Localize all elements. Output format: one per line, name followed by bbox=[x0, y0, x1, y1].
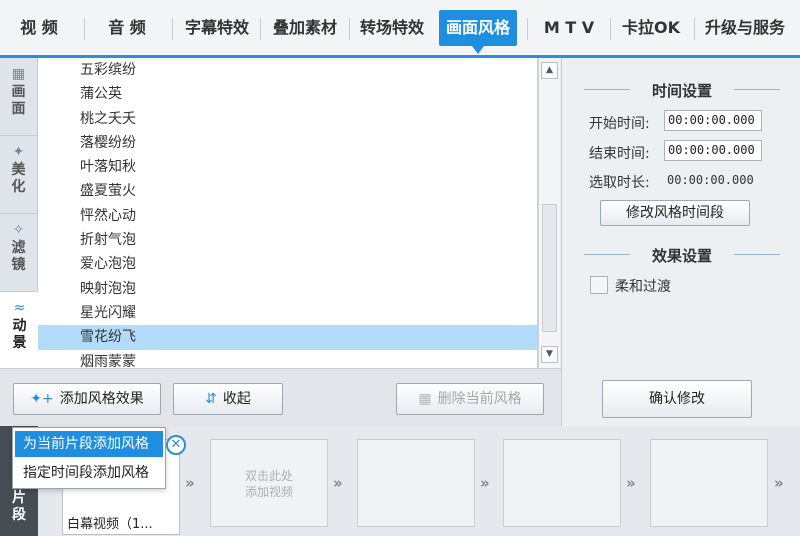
time-settings-heading: 时间设置 bbox=[584, 80, 780, 101]
sidebar-item-beautify[interactable]: ✦ 美化 bbox=[0, 136, 37, 214]
delete-current-style-button[interactable]: ▦ 删除当前风格 bbox=[396, 383, 544, 415]
sidebar-item-label: 滤镜 bbox=[11, 240, 26, 273]
clip-caption: 白幕视频（1... bbox=[67, 517, 153, 532]
chevron-right-icon: » bbox=[626, 474, 636, 492]
menu-item-add-to-current-clip[interactable]: 为当前片段添加风格 bbox=[15, 431, 163, 457]
empty-clip-slot[interactable] bbox=[357, 439, 475, 527]
tab-karaoke[interactable]: 卡拉OK bbox=[614, 10, 688, 46]
tab-divider bbox=[84, 18, 85, 40]
list-item[interactable]: 星光闪耀 bbox=[38, 301, 537, 325]
tab-audio[interactable]: 音 频 bbox=[92, 10, 162, 46]
scroll-up-icon[interactable]: ▲ bbox=[541, 62, 558, 79]
tab-video[interactable]: 视 频 bbox=[8, 10, 70, 46]
magic-wand-icon: ✦ bbox=[12, 144, 25, 160]
tab-transition-effects[interactable]: 转场特效 bbox=[352, 10, 432, 46]
confirm-modify-button[interactable]: 确认修改 bbox=[602, 380, 752, 418]
list-item[interactable]: 蒲公英 bbox=[38, 82, 537, 106]
clip-strip-label: 片段 bbox=[12, 490, 26, 523]
heading-text: 时间设置 bbox=[651, 82, 712, 100]
magic-wand-add-icon: ✦+ bbox=[30, 391, 54, 407]
category-sidebar: ▦ 画面 ✦ 美化 ✧ 滤镜 ≈ 动景 bbox=[0, 58, 39, 376]
add-style-effect-button[interactable]: ✦+ 添加风格效果 bbox=[13, 383, 161, 415]
chevron-right-icon: » bbox=[774, 474, 784, 492]
trash-icon: ▦ bbox=[418, 391, 432, 407]
sidebar-item-label: 画面 bbox=[11, 84, 26, 117]
chevron-right-icon: » bbox=[185, 474, 195, 492]
film-icon: ▦ bbox=[11, 66, 26, 82]
tab-divider bbox=[260, 18, 261, 40]
chevron-right-icon: » bbox=[333, 474, 343, 492]
list-item[interactable]: 折射气泡 bbox=[38, 228, 537, 252]
empty-clip-slot[interactable]: 双击此处 添加视频 bbox=[210, 439, 328, 527]
collapse-icon: ⇵ bbox=[205, 391, 217, 407]
scroll-down-icon[interactable]: ▼ bbox=[541, 346, 558, 363]
start-time-input[interactable]: 00:00:00.000 bbox=[664, 110, 762, 131]
effect-settings-heading: 效果设置 bbox=[584, 245, 780, 266]
soft-transition-label: 柔和过渡 bbox=[615, 279, 671, 295]
chevron-right-icon: » bbox=[480, 474, 490, 492]
list-item[interactable]: 映射泡泡 bbox=[38, 277, 537, 301]
modify-style-time-button[interactable]: 修改风格时间段 bbox=[600, 200, 750, 226]
effect-list: 五彩缤纷 蒲公英 桃之夭夭 落樱纷纷 叶落知秋 盛夏萤火 怦然心动 折射气泡 爱… bbox=[38, 58, 538, 368]
add-style-menu: 为当前片段添加风格 指定时间段添加风格 bbox=[12, 427, 166, 489]
top-tab-bar: 视 频 音 频 字幕特效 叠加素材 转场特效 画面风格 M T V 卡拉OK 升… bbox=[0, 0, 800, 58]
add-video-hint: 双击此处 添加视频 bbox=[244, 469, 293, 499]
tab-picture-style[interactable]: 画面风格 bbox=[439, 10, 517, 54]
divider bbox=[734, 89, 780, 90]
sidebar-item-dynamic-scene[interactable]: ≈ 动景 bbox=[0, 292, 39, 376]
divider bbox=[584, 254, 630, 255]
button-label: 添加风格效果 bbox=[59, 391, 144, 407]
sidebar-item-label: 美化 bbox=[11, 162, 26, 195]
tab-divider bbox=[349, 18, 350, 40]
empty-clip-slot[interactable] bbox=[650, 439, 768, 527]
button-label: 收起 bbox=[222, 391, 251, 407]
empty-clip-slot[interactable] bbox=[503, 439, 621, 527]
tab-divider bbox=[610, 18, 611, 40]
heading-text: 效果设置 bbox=[651, 247, 712, 265]
list-item[interactable]: 叶落知秋 bbox=[38, 155, 537, 179]
list-scrollbar[interactable]: ▲ ▼ bbox=[538, 58, 560, 368]
list-item[interactable]: 五彩缤纷 bbox=[38, 58, 537, 82]
start-time-label: 开始时间: bbox=[589, 116, 650, 132]
end-time-input[interactable]: 00:00:00.000 bbox=[664, 140, 762, 161]
list-item[interactable]: 怦然心动 bbox=[38, 204, 537, 228]
list-item[interactable]: 爱心泡泡 bbox=[38, 252, 537, 276]
tab-subtitle-effects[interactable]: 字幕特效 bbox=[178, 10, 256, 46]
tab-upgrade-service[interactable]: 升级与服务 bbox=[697, 10, 793, 46]
list-item[interactable]: 盛夏萤火 bbox=[38, 179, 537, 203]
tab-divider bbox=[527, 18, 528, 40]
action-toolbar: ✦+ 添加风格效果 ⇵ 收起 ▦ 删除当前风格 bbox=[0, 368, 561, 426]
waves-icon: ≈ bbox=[13, 300, 26, 316]
list-item[interactable]: 落樱纷纷 bbox=[38, 131, 537, 155]
list-item-selected[interactable]: 雪花纷飞 bbox=[38, 325, 537, 350]
divider bbox=[734, 254, 780, 255]
collapse-button[interactable]: ⇵ 收起 bbox=[173, 383, 283, 415]
tab-overlay-material[interactable]: 叠加素材 bbox=[265, 10, 345, 46]
close-icon[interactable]: ✕ bbox=[166, 435, 186, 455]
list-item[interactable]: 烟雨蒙蒙 bbox=[38, 350, 537, 368]
wand-icon: ✧ bbox=[12, 222, 25, 238]
sidebar-item-filter[interactable]: ✧ 滤镜 bbox=[0, 214, 37, 292]
tab-divider bbox=[694, 18, 695, 40]
duration-value: 00:00:00.000 bbox=[667, 173, 754, 187]
duration-label: 选取时长: bbox=[589, 175, 650, 191]
list-item[interactable]: 桃之夭夭 bbox=[38, 107, 537, 131]
sidebar-item-label: 动景 bbox=[12, 318, 27, 351]
divider bbox=[584, 89, 630, 90]
menu-item-add-to-time-range[interactable]: 指定时间段添加风格 bbox=[15, 460, 163, 486]
sidebar-item-picture[interactable]: ▦ 画面 bbox=[0, 58, 37, 136]
end-time-label: 结束时间: bbox=[589, 146, 650, 162]
button-label: 删除当前风格 bbox=[437, 391, 522, 407]
scroll-thumb[interactable] bbox=[542, 204, 557, 332]
soft-transition-checkbox[interactable] bbox=[590, 276, 608, 294]
tab-divider bbox=[172, 18, 173, 40]
tab-mtv[interactable]: M T V bbox=[532, 10, 606, 46]
